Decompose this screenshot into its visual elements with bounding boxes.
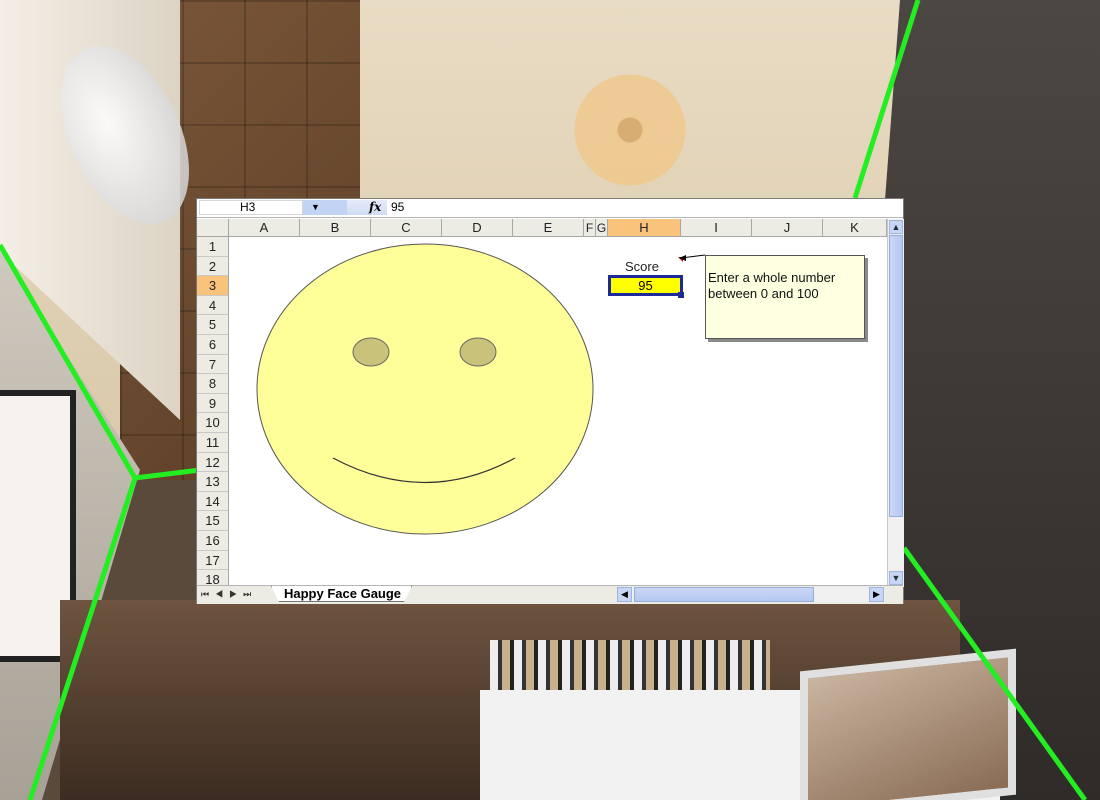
column-header-b[interactable]: B [300,219,371,237]
row-header-selected[interactable]: 3 [197,276,229,296]
row-header[interactable]: 17 [197,550,229,571]
row-header[interactable]: 7 [197,354,229,375]
face-shape [256,243,594,535]
vertical-scrollbar[interactable]: ▲ ▼ [887,219,904,587]
row-headers: 1 2 3 4 5 6 7 8 9 10 11 12 13 14 15 16 1… [197,237,229,590]
chevron-down-icon: ▼ [311,202,320,212]
scroll-up-button[interactable]: ▲ [889,220,903,234]
formula-bar: H3 ▼ fx 95 [197,199,903,218]
sheet-nav-buttons[interactable]: ⏮◀▶⏭ [201,587,257,602]
scroll-down-button[interactable]: ▼ [889,571,903,585]
row-header[interactable]: 9 [197,393,229,414]
right-eye [459,337,497,367]
score-label: Score [625,259,659,274]
scroll-left-button[interactable]: ◀ [617,587,632,602]
function-icon[interactable]: fx [369,200,381,215]
column-header-d[interactable]: D [442,219,513,237]
vertical-scroll-thumb[interactable] [889,235,903,517]
fill-handle[interactable] [678,292,684,298]
row-header[interactable]: 13 [197,472,229,492]
cell-grid[interactable]: Score 95 Enter a whole number between 0 … [229,237,887,585]
column-header-e[interactable]: E [513,219,584,237]
row-header[interactable]: 10 [197,413,229,433]
column-header-j[interactable]: J [752,219,823,237]
sheet-tab-bar: ⏮◀▶⏭ Happy Face Gauge ◀ ▶ [197,585,903,604]
comment-indicator [678,257,683,262]
formula-input[interactable]: 95 [391,200,404,215]
column-headers: A B C D E F G H I J K [197,219,887,237]
column-header-h[interactable]: H [608,219,681,237]
row-header[interactable]: 1 [197,237,229,257]
score-cell-h3[interactable]: 95 [608,275,683,296]
name-box-dropdown[interactable]: ▼ [303,200,347,215]
row-header[interactable]: 8 [197,374,229,394]
select-all-corner[interactable] [197,219,229,237]
column-header-g[interactable]: G [596,219,608,237]
horizontal-scrollbar[interactable]: ◀ ▶ [617,587,885,602]
left-eye [352,337,390,367]
row-header[interactable]: 12 [197,452,229,473]
row-header[interactable]: 15 [197,511,229,531]
scroll-right-button[interactable]: ▶ [869,587,884,602]
column-header-f[interactable]: F [584,219,596,237]
row-header[interactable]: 14 [197,491,229,512]
row-header[interactable]: 2 [197,256,229,277]
row-header[interactable]: 16 [197,531,229,551]
column-header-a[interactable]: A [229,219,300,237]
row-header[interactable]: 5 [197,315,229,335]
row-header[interactable]: 6 [197,335,229,355]
horizontal-scroll-thumb[interactable] [634,587,814,602]
column-header-i[interactable]: I [681,219,752,237]
column-header-k[interactable]: K [823,219,887,237]
spreadsheet-window: H3 ▼ fx 95 A B C D E F G H I J K 1 2 3 4… [196,198,904,604]
column-header-c[interactable]: C [371,219,442,237]
sheet-tab-happy-face-gauge[interactable]: Happy Face Gauge [271,586,412,602]
row-header[interactable]: 11 [197,433,229,453]
row-header[interactable]: 4 [197,295,229,316]
name-box[interactable]: H3 [199,200,303,215]
comment-note: Enter a whole number between 0 and 100 [705,255,865,339]
